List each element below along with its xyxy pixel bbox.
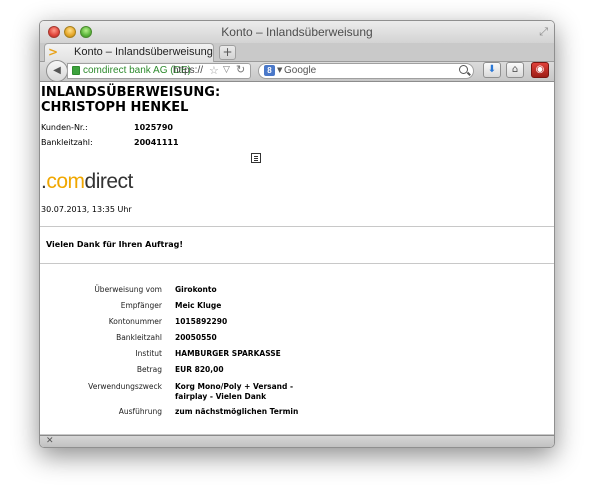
- customer-number-label: Kunden-Nr.:: [41, 123, 88, 132]
- detail-value-purpose: Korg Mono/Poly + Versand - fairplay - Vi…: [175, 382, 294, 401]
- detail-value-recipient: Meic Kluge: [175, 301, 222, 310]
- google-engine-icon[interactable]: 8: [264, 65, 275, 76]
- window-title: Konto – Inlandsüberweisung: [221, 25, 373, 39]
- detail-value-account-number: 1015892290: [175, 317, 228, 326]
- detail-label-account-number: Kontonummer: [108, 317, 162, 326]
- detail-value-bank-code: 20050550: [175, 333, 217, 342]
- divider: [40, 263, 554, 264]
- navigation-bar: ◀ comdirect bank AG (DE) https:// ☆ ▽ ↻ …: [40, 60, 554, 82]
- bank-code-label: Bankleitzahl:: [41, 138, 93, 147]
- search-icon[interactable]: [459, 65, 468, 74]
- divider: [40, 226, 554, 227]
- bookmark-star-icon[interactable]: ☆: [209, 64, 219, 77]
- engine-dropdown-icon[interactable]: ▼: [277, 66, 282, 74]
- detail-label-amount: Betrag: [136, 365, 162, 374]
- lock-icon: [72, 66, 80, 75]
- status-bar: ✕: [40, 435, 554, 447]
- reload-icon[interactable]: ↻: [236, 63, 245, 76]
- url-bar[interactable]: comdirect bank AG (DE) https:// ☆ ▽ ↻: [67, 63, 251, 79]
- bank-code-value: 20041111: [134, 138, 179, 147]
- title-bar[interactable]: Konto – Inlandsüberweisung ⤢: [40, 21, 554, 43]
- print-icon[interactable]: [251, 153, 261, 163]
- detail-label-purpose: Verwendungszweck: [88, 382, 162, 391]
- close-addon-bar-icon[interactable]: ✕: [46, 436, 54, 446]
- detail-label-institute: Institut: [135, 349, 162, 358]
- detail-value-source-account: Girokonto: [175, 285, 217, 294]
- new-tab-button[interactable]: +: [219, 45, 236, 60]
- downloads-button[interactable]: ⬇: [483, 62, 501, 78]
- page-content: INLANDSÜBERWEISUNG: CHRISTOPH HENKEL Kun…: [40, 82, 554, 435]
- detail-label-recipient: Empfänger: [120, 301, 162, 310]
- back-button[interactable]: ◀: [46, 60, 68, 82]
- customer-number-value: 1025790: [134, 123, 173, 132]
- tab-strip: > Konto – Inlandsüberweisung +: [40, 43, 554, 62]
- timestamp: 30.07.2013, 13:35 Uhr: [41, 205, 132, 214]
- fullscreen-icon[interactable]: ⤢: [539, 25, 548, 39]
- detail-label-source-account: Überweisung vom: [94, 285, 162, 294]
- detail-value-amount: EUR 820,00: [175, 365, 224, 374]
- search-bar[interactable]: 8 ▼ Google: [258, 63, 474, 79]
- tab-label: Konto – Inlandsüberweisung: [74, 46, 213, 58]
- detail-value-execution: zum nächstmöglichen Termin: [175, 407, 299, 416]
- firefox-tab-icon: >: [48, 45, 59, 59]
- url-text[interactable]: https://: [173, 65, 203, 76]
- page-title: INLANDSÜBERWEISUNG: CHRISTOPH HENKEL: [41, 85, 221, 115]
- detail-label-bank-code: Bankleitzahl: [116, 333, 162, 342]
- confirmation-message: Vielen Dank für Ihren Auftrag!: [46, 240, 184, 249]
- url-dropdown-icon[interactable]: ▽: [223, 65, 230, 75]
- search-input[interactable]: Google: [284, 65, 316, 76]
- browser-window: Konto – Inlandsüberweisung ⤢ > Konto – I…: [39, 20, 555, 448]
- home-button[interactable]: ⌂: [506, 62, 524, 78]
- addon-button[interactable]: ◉: [531, 62, 549, 78]
- tab-konto[interactable]: > Konto – Inlandsüberweisung: [44, 43, 214, 62]
- comdirect-logo: .comdirect: [41, 170, 133, 193]
- detail-label-execution: Ausführung: [118, 407, 162, 416]
- detail-value-institute: HAMBURGER SPARKASSE: [175, 349, 281, 358]
